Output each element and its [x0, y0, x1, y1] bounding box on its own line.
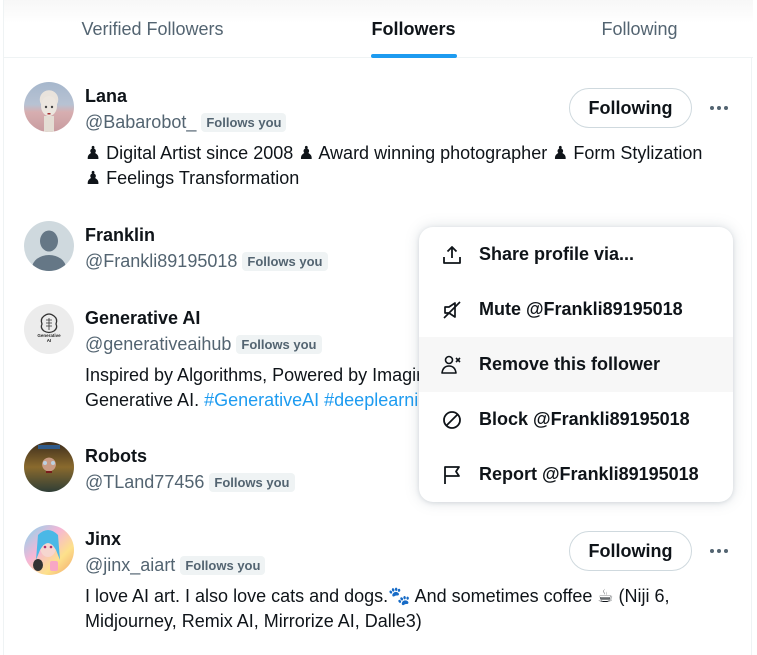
- bio-line: ♟ Feelings Transformation: [85, 168, 300, 188]
- report-flag-icon: [441, 464, 463, 486]
- follows-you-badge: Follows you: [236, 335, 322, 354]
- follows-you-badge: Follows you: [242, 252, 328, 271]
- user-handle[interactable]: @Frankli89195018: [85, 251, 237, 272]
- avatar-image: [33, 530, 60, 571]
- user-cell-jinx[interactable]: Jinx @jinx_aiart Follows you I love AI a…: [4, 525, 753, 645]
- menu-item-label: Remove this follower: [479, 354, 661, 374]
- user-bio: I love AI art. I also love cats and dogs…: [85, 584, 735, 634]
- remove-follower-icon: [441, 354, 463, 376]
- follows-you-badge: Follows you: [201, 113, 287, 132]
- avatar[interactable]: Generative AI: [24, 304, 74, 354]
- avatar[interactable]: [24, 442, 74, 492]
- more-horizontal-icon: [710, 106, 728, 110]
- user-name[interactable]: Robots: [85, 446, 147, 467]
- following-button[interactable]: Following: [569, 531, 692, 571]
- tab-following[interactable]: Following: [526, 0, 753, 58]
- hashtag-link[interactable]: #GenerativeAI #deeplearning: [204, 390, 438, 410]
- menu-item-report[interactable]: Report @Frankli89195018: [419, 447, 733, 502]
- menu-item-remove-follower[interactable]: Remove this follower: [419, 337, 733, 392]
- follows-you-badge: Follows you: [180, 556, 266, 575]
- handle-row: @Babarobot_ Follows you: [85, 112, 287, 133]
- avatar[interactable]: [24, 82, 74, 132]
- menu-item-label: Block @Frankli89195018: [479, 409, 690, 429]
- default-avatar-icon: [32, 230, 66, 271]
- more-options-button[interactable]: [704, 98, 734, 118]
- user-handle[interactable]: @TLand77456: [85, 472, 204, 493]
- block-icon: [441, 409, 463, 431]
- menu-item-share-profile[interactable]: Share profile via...: [419, 227, 733, 282]
- avatar[interactable]: [24, 221, 74, 271]
- user-handle[interactable]: @jinx_aiart: [85, 555, 175, 576]
- handle-row: @jinx_aiart Follows you: [85, 555, 266, 576]
- tab-label: Verified Followers: [81, 18, 224, 39]
- user-handle[interactable]: @generativeaihub: [85, 334, 231, 355]
- handle-row: @Frankli89195018 Follows you: [85, 251, 328, 272]
- svg-text:AI: AI: [47, 338, 52, 343]
- more-horizontal-icon: [710, 549, 728, 553]
- menu-item-block[interactable]: Block @Frankli89195018: [419, 392, 733, 447]
- bio-line: ♟ Digital Artist since 2008 ♟ Award winn…: [85, 143, 703, 163]
- avatar-image: [38, 445, 60, 473]
- tab-bar: Verified Followers Followers Following: [4, 0, 753, 58]
- share-icon: [441, 244, 463, 266]
- user-handle[interactable]: @Babarobot_: [85, 112, 196, 133]
- follows-you-badge: Follows you: [209, 473, 295, 492]
- user-bio: ♟ Digital Artist since 2008 ♟ Award winn…: [85, 141, 735, 191]
- following-button[interactable]: Following: [569, 88, 692, 128]
- menu-item-label: Mute @Frankli89195018: [479, 299, 683, 319]
- tab-followers[interactable]: Followers: [301, 0, 526, 58]
- bio-line: Midjourney, Remix AI, Mirrorize AI, Dall…: [85, 611, 422, 631]
- handle-row: @generativeaihub Follows you: [85, 334, 322, 355]
- tab-verified-followers[interactable]: Verified Followers: [4, 0, 301, 58]
- followers-page: Verified Followers Followers Following L…: [3, 0, 753, 655]
- user-name[interactable]: Lana: [85, 86, 127, 107]
- avatar[interactable]: [24, 525, 74, 575]
- handle-row: @TLand77456 Follows you: [85, 472, 295, 493]
- user-name[interactable]: Jinx: [85, 529, 121, 550]
- menu-item-label: Report @Frankli89195018: [479, 464, 699, 484]
- tab-label: Followers: [371, 18, 456, 39]
- avatar-image: [41, 96, 57, 132]
- more-options-button[interactable]: [704, 541, 734, 561]
- menu-item-mute[interactable]: Mute @Frankli89195018: [419, 282, 733, 337]
- bio-line: I love AI art. I also love cats and dogs…: [85, 586, 670, 606]
- mute-icon: [441, 299, 463, 321]
- user-name[interactable]: Generative AI: [85, 308, 200, 329]
- tab-label: Following: [601, 18, 678, 39]
- user-name[interactable]: Franklin: [85, 225, 155, 246]
- menu-item-label: Share profile via...: [479, 244, 635, 264]
- bio-text: Generative AI.: [85, 390, 205, 410]
- active-tab-indicator: [370, 54, 457, 58]
- user-actions-menu: Share profile via... Mute @Frankli891950…: [419, 227, 733, 502]
- brain-logo-icon: Generative AI: [37, 313, 61, 343]
- user-cell-lana[interactable]: Lana @Babarobot_ Follows you ♟ Digital A…: [4, 82, 753, 202]
